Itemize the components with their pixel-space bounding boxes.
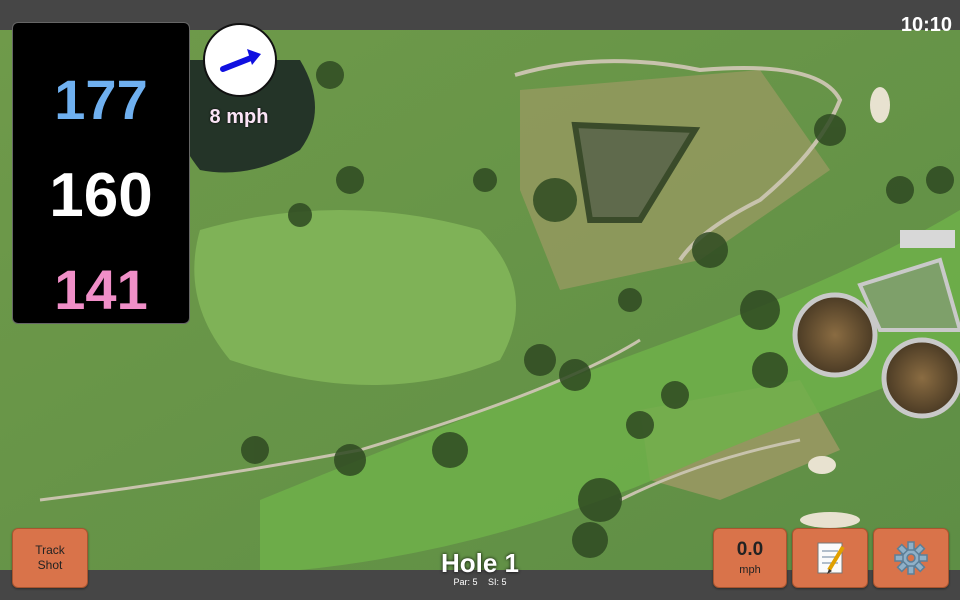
- clock: 10:10: [900, 14, 952, 36]
- arrow-icon: [220, 49, 261, 72]
- front-distance: 141: [54, 258, 148, 321]
- track-shot-button[interactable]: Track Shot: [12, 528, 88, 588]
- distance-panel: 177 160 141: [12, 22, 190, 324]
- wind-indicator: [203, 23, 277, 97]
- notepad-icon: [817, 542, 845, 574]
- par-label: Par: 5: [453, 577, 478, 587]
- notes-button[interactable]: [792, 528, 868, 588]
- settings-button[interactable]: [873, 528, 949, 588]
- si-label: SI: 5: [488, 577, 507, 587]
- track-shot-label: Track Shot: [35, 543, 65, 572]
- wind-speed: 8 mph: [209, 106, 269, 128]
- middle-distance: 160: [49, 161, 153, 230]
- speed-value: 0.0: [736, 539, 764, 560]
- speed-button[interactable]: 0.0 mph: [713, 528, 787, 588]
- back-distance: 177: [54, 68, 148, 131]
- gear-icon: [894, 541, 928, 575]
- hole-info: Par: 5 SI: 5: [400, 577, 560, 587]
- speed-unit: mph: [739, 564, 761, 576]
- hole-title: Hole 1: [440, 548, 520, 578]
